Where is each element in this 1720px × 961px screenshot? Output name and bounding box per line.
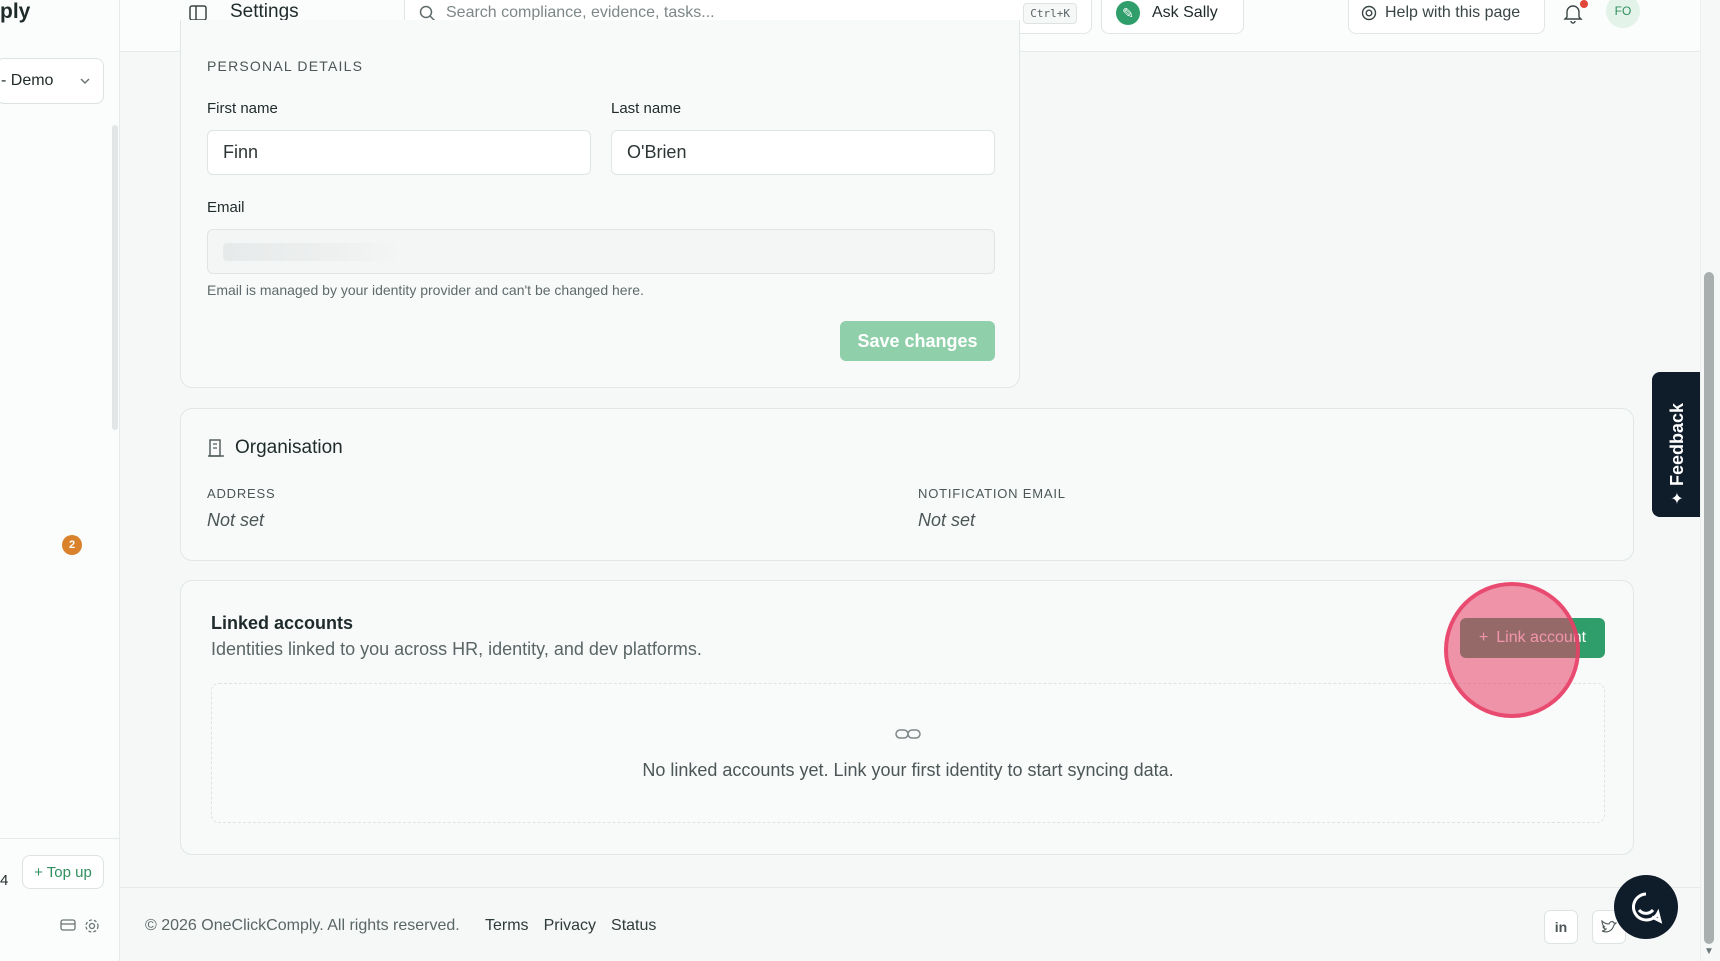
email-hint: Email is managed by your identity provid… bbox=[207, 282, 644, 298]
footer-link-status[interactable]: Status bbox=[611, 917, 656, 935]
address-label: ADDRESS bbox=[207, 486, 276, 501]
ask-sally-button[interactable]: ✎ Ask Sally bbox=[1101, 0, 1244, 34]
notification-email-label: NOTIFICATION EMAIL bbox=[918, 486, 1066, 501]
linked-accounts-empty-state: No linked accounts yet. Link your first … bbox=[211, 683, 1605, 823]
sparkle-icon: ✦ bbox=[1670, 491, 1684, 508]
link-account-label: Link account bbox=[1496, 629, 1587, 646]
footer-link-privacy[interactable]: Privacy bbox=[544, 917, 596, 935]
top-up-button[interactable]: + Top up bbox=[22, 855, 104, 889]
nav-count-badge: 2 bbox=[62, 535, 82, 555]
avatar[interactable]: FO bbox=[1606, 0, 1640, 28]
linked-accounts-card: Linked accounts Identities linked to you… bbox=[180, 580, 1634, 855]
last-name-field[interactable]: O'Brien bbox=[611, 130, 995, 175]
search-shortcut-hint: Ctrl+K bbox=[1023, 2, 1077, 24]
email-label: Email bbox=[207, 199, 245, 216]
footer: © 2026 OneClickComply. All rights reserv… bbox=[120, 887, 1700, 961]
sidebar-footer-icons bbox=[60, 918, 100, 934]
credits-count: 4 bbox=[0, 872, 9, 889]
empty-state-text: No linked accounts yet. Link your first … bbox=[642, 760, 1174, 780]
sidebar: ply - Demo 2 4 + Top up bbox=[0, 0, 120, 961]
save-changes-button[interactable]: Save changes bbox=[840, 321, 995, 361]
gear-icon[interactable] bbox=[84, 918, 100, 934]
link-icon bbox=[895, 729, 921, 739]
search-icon bbox=[419, 5, 436, 21]
sidebar-scrollbar[interactable] bbox=[112, 125, 118, 430]
footer-link-terms[interactable]: Terms bbox=[485, 917, 529, 935]
ask-sally-label: Ask Sally bbox=[1152, 4, 1218, 21]
sally-logo-icon: ✎ bbox=[1116, 1, 1140, 25]
address-value: Not set bbox=[207, 510, 265, 530]
org-selector-label: - Demo bbox=[1, 72, 54, 89]
brand-logo-text: ply bbox=[0, 0, 31, 23]
chat-icon bbox=[1631, 892, 1663, 924]
scroll-down-arrow-icon[interactable]: ▼ bbox=[1704, 946, 1714, 957]
email-field bbox=[207, 229, 995, 274]
redacted-email bbox=[223, 242, 403, 261]
personal-details-heading: PERSONAL DETAILS bbox=[207, 58, 364, 74]
linked-accounts-subtitle: Identities linked to you across HR, iden… bbox=[211, 639, 702, 659]
feedback-tab[interactable]: Feedback ✦ bbox=[1652, 372, 1702, 517]
help-button[interactable]: Help with this page bbox=[1348, 0, 1545, 34]
building-icon bbox=[208, 439, 224, 457]
copyright-text: © 2026 OneClickComply. All rights reserv… bbox=[145, 917, 460, 934]
notification-email-value: Not set bbox=[918, 510, 976, 530]
help-label: Help with this page bbox=[1385, 4, 1521, 21]
organisation-title: Organisation bbox=[235, 437, 343, 458]
billing-icon[interactable] bbox=[60, 918, 76, 932]
sidebar-divider bbox=[0, 838, 120, 839]
first-name-label: First name bbox=[207, 100, 278, 117]
linkedin-icon[interactable]: in bbox=[1544, 910, 1578, 944]
scrollbar-thumb[interactable] bbox=[1704, 272, 1714, 944]
org-selector[interactable]: - Demo bbox=[0, 58, 104, 104]
linked-accounts-title: Linked accounts bbox=[211, 613, 354, 633]
link-account-button[interactable]: + Link account bbox=[1460, 618, 1605, 658]
last-name-label: Last name bbox=[611, 100, 682, 117]
plus-icon: + bbox=[1478, 629, 1489, 646]
personal-details-card: PERSONAL DETAILS First name Finn Last na… bbox=[180, 20, 1020, 388]
notification-dot bbox=[1580, 0, 1588, 8]
organisation-card: Organisation ADDRESS Not set NOTIFICATIO… bbox=[180, 408, 1634, 561]
organisation-heading: Organisation bbox=[207, 437, 343, 459]
chevron-down-icon bbox=[80, 78, 90, 85]
chat-launcher[interactable] bbox=[1614, 875, 1678, 939]
footer-links: Terms Privacy Status bbox=[485, 917, 656, 935]
feedback-label: Feedback bbox=[1666, 402, 1687, 487]
first-name-field[interactable]: Finn bbox=[207, 130, 591, 175]
lifebuoy-icon bbox=[1361, 5, 1377, 21]
